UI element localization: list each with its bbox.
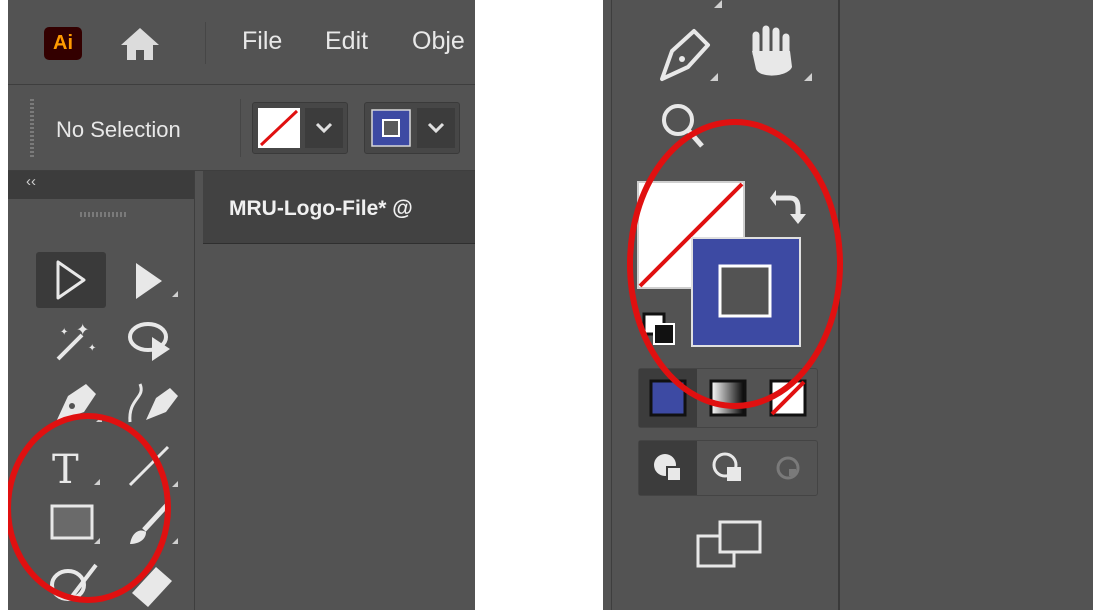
annotation-circle	[8, 413, 171, 603]
annotation-circle	[627, 119, 843, 409]
right-screenshot	[603, 0, 1093, 610]
left-screenshot: Ai File Edit Obje No Selection ‹‹ ✦ ✦ ✦ …	[8, 0, 475, 610]
